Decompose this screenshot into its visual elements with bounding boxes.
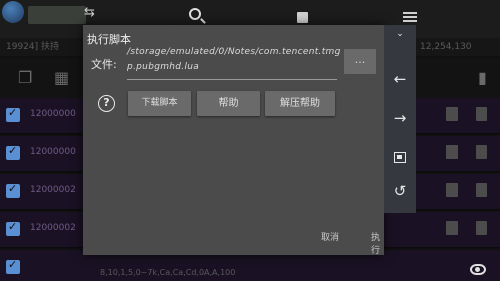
status-numbers: 12,254,130 <box>420 42 472 52</box>
side-panel: ⌄ ← → ↺ <box>384 25 416 213</box>
fit-screen-icon[interactable] <box>394 152 406 163</box>
select-icon[interactable]: ▦ <box>54 68 69 87</box>
execute-script-dialog: 执行脚本 文件: /storage/emulated/0/Notes/com.t… <box>83 25 384 256</box>
list-item-value: 12000000 <box>30 109 76 119</box>
trash-icon[interactable] <box>476 145 487 159</box>
edit-icon[interactable] <box>446 107 458 121</box>
browse-button[interactable]: ... <box>344 49 376 74</box>
list-item-value: 12000002 <box>30 223 76 233</box>
delete-all-icon[interactable]: ▮ <box>478 68 487 87</box>
checkbox[interactable] <box>6 144 20 160</box>
help-icon[interactable]: ? <box>98 95 115 112</box>
copy-icon[interactable]: ❐ <box>18 68 32 87</box>
bottom-status: 8,10,1,5,0~7k,Ca,Ca,Cd,0A,A,100 <box>100 268 236 277</box>
file-label: 文件: <box>91 58 117 71</box>
extract-help-button[interactable]: 解压帮助 <box>265 91 335 116</box>
checkbox[interactable] <box>6 220 20 236</box>
dialog-title: 执行脚本 <box>87 33 131 46</box>
checkbox[interactable] <box>6 182 20 198</box>
list-item-value: 12000000 <box>30 147 76 157</box>
list-item-value: 12000002 <box>30 185 76 195</box>
edit-icon[interactable] <box>446 183 458 197</box>
trash-icon[interactable] <box>476 183 487 197</box>
cancel-button[interactable]: 取消 <box>321 230 339 243</box>
trash-icon[interactable] <box>476 107 487 121</box>
swap-icon[interactable]: ⇆ <box>84 5 95 20</box>
arrow-left-icon[interactable]: ← <box>384 70 416 88</box>
help-button[interactable]: 帮助 <box>197 91 260 116</box>
status-text: 19924] 扶持 <box>6 42 60 52</box>
trash-icon[interactable] <box>476 221 487 235</box>
save-icon[interactable] <box>297 12 308 23</box>
file-path-input[interactable]: /storage/emulated/0/Notes/com.tencent.tm… <box>127 45 343 77</box>
edit-icon[interactable] <box>446 145 458 159</box>
arrow-right-icon[interactable]: → <box>384 109 416 127</box>
chevron-down-icon[interactable]: ⌄ <box>384 29 416 39</box>
download-script-button[interactable]: 下载脚本 <box>128 91 191 116</box>
menu-icon[interactable] <box>403 12 417 22</box>
checkbox[interactable] <box>6 106 20 122</box>
floating-toolbar: ⇆ <box>0 0 500 30</box>
eye-icon[interactable] <box>470 264 486 275</box>
history-icon[interactable]: ↺ <box>384 182 416 200</box>
input-underline <box>127 79 337 80</box>
checkbox[interactable] <box>6 258 20 274</box>
execute-button[interactable]: 执行 <box>371 230 384 256</box>
edit-icon[interactable] <box>446 221 458 235</box>
